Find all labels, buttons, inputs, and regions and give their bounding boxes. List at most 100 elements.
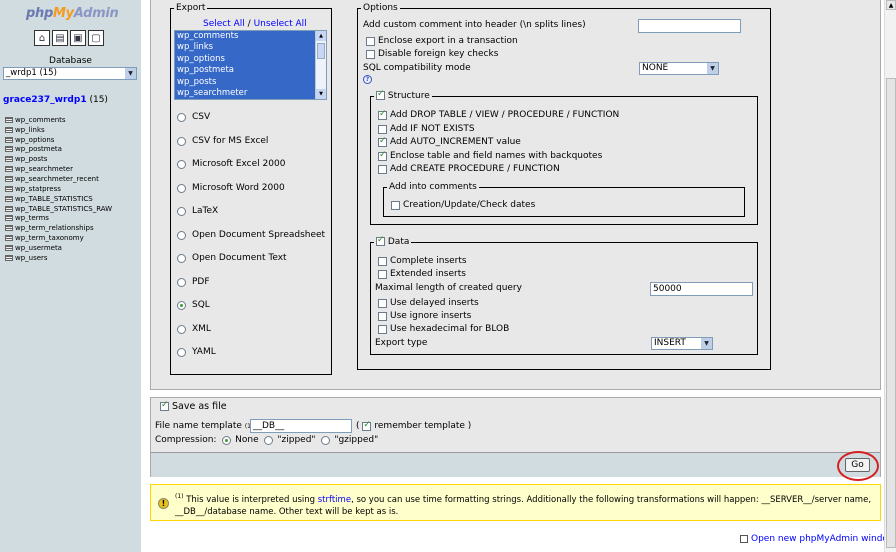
sidebar-table-item[interactable]: wp_terms [5,213,112,223]
radio-button[interactable] [177,159,186,169]
sidebar-table-item[interactable]: wp_comments [5,115,112,125]
sidebar-table-item[interactable]: wp_TABLE_STATISTICS [5,194,112,204]
strftime-link[interactable]: strftime [318,495,351,505]
hex-blob-option[interactable]: Use hexadecimal for BLOB [378,324,509,334]
checkbox-checked[interactable] [362,420,372,431]
sidebar-table-item[interactable]: wp_postmeta [5,145,112,155]
format-radio-excel[interactable]: Microsoft Excel 2000 [177,159,285,169]
sidebar-table-item[interactable]: wp_links [5,125,112,135]
remember-template-option[interactable]: ( remember template ) [356,420,471,432]
list-scrollbar[interactable]: ▲ ▼ [315,31,326,99]
checkbox[interactable] [378,311,387,321]
unselect-all-link[interactable]: Unselect All [254,19,307,29]
save-as-file-option[interactable]: Save as file [160,400,227,412]
delayed-inserts-option[interactable]: Use delayed inserts [378,298,479,308]
scroll-thumb[interactable] [317,43,325,59]
add-auto-increment-option[interactable]: Add AUTO_INCREMENT value [378,136,521,147]
checkbox[interactable] [391,200,400,210]
radio-button[interactable] [177,230,186,240]
home-icon[interactable]: ⌂ [34,30,50,46]
max-length-input[interactable]: 50000 [650,282,753,296]
radio-button[interactable] [177,206,186,216]
sidebar-table-item[interactable]: wp_statpress [5,184,112,194]
compat-mode-select[interactable]: NONE ▼ [639,62,719,75]
checkbox[interactable] [366,36,375,46]
format-radio-word[interactable]: Microsoft Word 2000 [177,183,285,193]
radio-button[interactable] [177,112,186,122]
page-scrollbar[interactable]: ▲ [884,0,896,552]
format-radio-csv[interactable]: CSV [177,112,210,122]
format-radio-csv-excel[interactable]: CSV for MS Excel [177,136,268,146]
complete-inserts-option[interactable]: Complete inserts [378,256,467,266]
compression-zipped-radio[interactable] [264,435,274,445]
radio-button[interactable] [177,183,186,193]
list-item[interactable]: wp_postmeta [177,65,326,76]
sidebar-table-item[interactable]: wp_usermeta [5,243,112,253]
compression-none-radio[interactable] [222,435,232,445]
add-create-procedure-option[interactable]: Add CREATE PROCEDURE / FUNCTION [378,164,560,174]
checkbox[interactable] [378,298,387,308]
creation-dates-option[interactable]: Creation/Update/Check dates [391,200,535,210]
file-template-input[interactable]: __DB__ [250,419,352,433]
data-legend[interactable]: Data [374,235,411,247]
radio-button[interactable] [177,347,186,357]
radio-button[interactable] [177,253,186,263]
format-radio-odt[interactable]: Open Document Text [177,253,287,263]
help-icon[interactable]: ? [363,75,372,84]
sidebar-table-item[interactable]: wp_term_relationships [5,223,112,233]
export-type-select[interactable]: INSERT ▼ [651,337,713,350]
enclose-backquotes-option[interactable]: Enclose table and field names with backq… [378,150,602,161]
list-item[interactable]: wp_searchmeter [177,88,326,99]
sidebar-table-item[interactable]: wp_TABLE_STATISTICS_RAW [5,204,112,214]
format-radio-latex[interactable]: LaTeX [177,206,218,216]
disable-fk-option[interactable]: Disable foreign key checks [366,49,498,59]
checkbox-checked[interactable] [378,150,387,161]
sidebar-table-item[interactable]: wp_searchmeter [5,164,112,174]
list-item[interactable]: wp_comments [177,31,326,42]
checkbox-checked[interactable] [378,109,387,120]
scroll-down-icon[interactable]: ▼ [316,89,326,99]
comment-input[interactable] [638,19,741,33]
structure-checkbox[interactable] [376,89,385,100]
list-item[interactable]: wp_posts [177,77,326,88]
structure-legend[interactable]: Structure [374,89,432,101]
radio-button[interactable] [177,277,186,287]
new-window-link-row[interactable]: Open new phpMyAdmin window [740,534,895,544]
table-multiselect[interactable]: wp_comments wp_links wp_options wp_postm… [174,30,327,100]
radio-button[interactable] [177,136,186,146]
checkbox[interactable] [378,269,387,279]
format-radio-yaml[interactable]: YAML [177,347,216,357]
checkbox[interactable] [378,256,387,266]
sidebar-table-item[interactable]: wp_posts [5,154,112,164]
checkbox[interactable] [378,164,387,174]
radio-button-selected[interactable] [177,300,186,310]
database-link[interactable]: grace237_wrdp1 [3,95,87,105]
checkbox[interactable] [378,124,387,134]
format-radio-ods[interactable]: Open Document Spreadsheet [177,230,325,240]
sidebar-table-item[interactable]: wp_term_taxonomy [5,233,112,243]
ignore-inserts-option[interactable]: Use ignore inserts [378,311,471,321]
format-radio-pdf[interactable]: PDF [177,277,210,287]
scroll-up-icon[interactable]: ▲ [316,31,326,41]
data-checkbox[interactable] [376,235,385,246]
checkbox-checked[interactable] [378,136,387,147]
extended-inserts-option[interactable]: Extended inserts [378,269,466,279]
documentation-icon[interactable]: ▢ [88,30,104,46]
add-if-not-exists-option[interactable]: Add IF NOT EXISTS [378,124,475,134]
new-window-link[interactable]: Open new phpMyAdmin window [751,534,895,544]
sidebar-table-item[interactable]: wp_searchmeter_recent [5,174,112,184]
list-item[interactable]: wp_links [177,42,326,53]
format-radio-xml[interactable]: XML [177,324,211,334]
select-all-link[interactable]: Select All [203,19,245,29]
radio-button[interactable] [177,324,186,334]
checkbox[interactable] [378,324,387,334]
sidebar-table-item[interactable]: wp_options [5,135,112,145]
database-select[interactable]: _wrdp1 (15) ▼ [3,67,137,80]
sidebar-table-item[interactable]: wp_users [5,253,112,263]
compression-gzipped-radio[interactable] [321,435,331,445]
scroll-thumb[interactable] [886,78,896,548]
checkbox[interactable] [366,49,375,59]
phpmyadmin-logo[interactable]: phpMyAdmin [26,6,119,21]
list-item[interactable]: wp_options [177,54,326,65]
sql-query-icon[interactable]: ▤ [52,30,68,46]
